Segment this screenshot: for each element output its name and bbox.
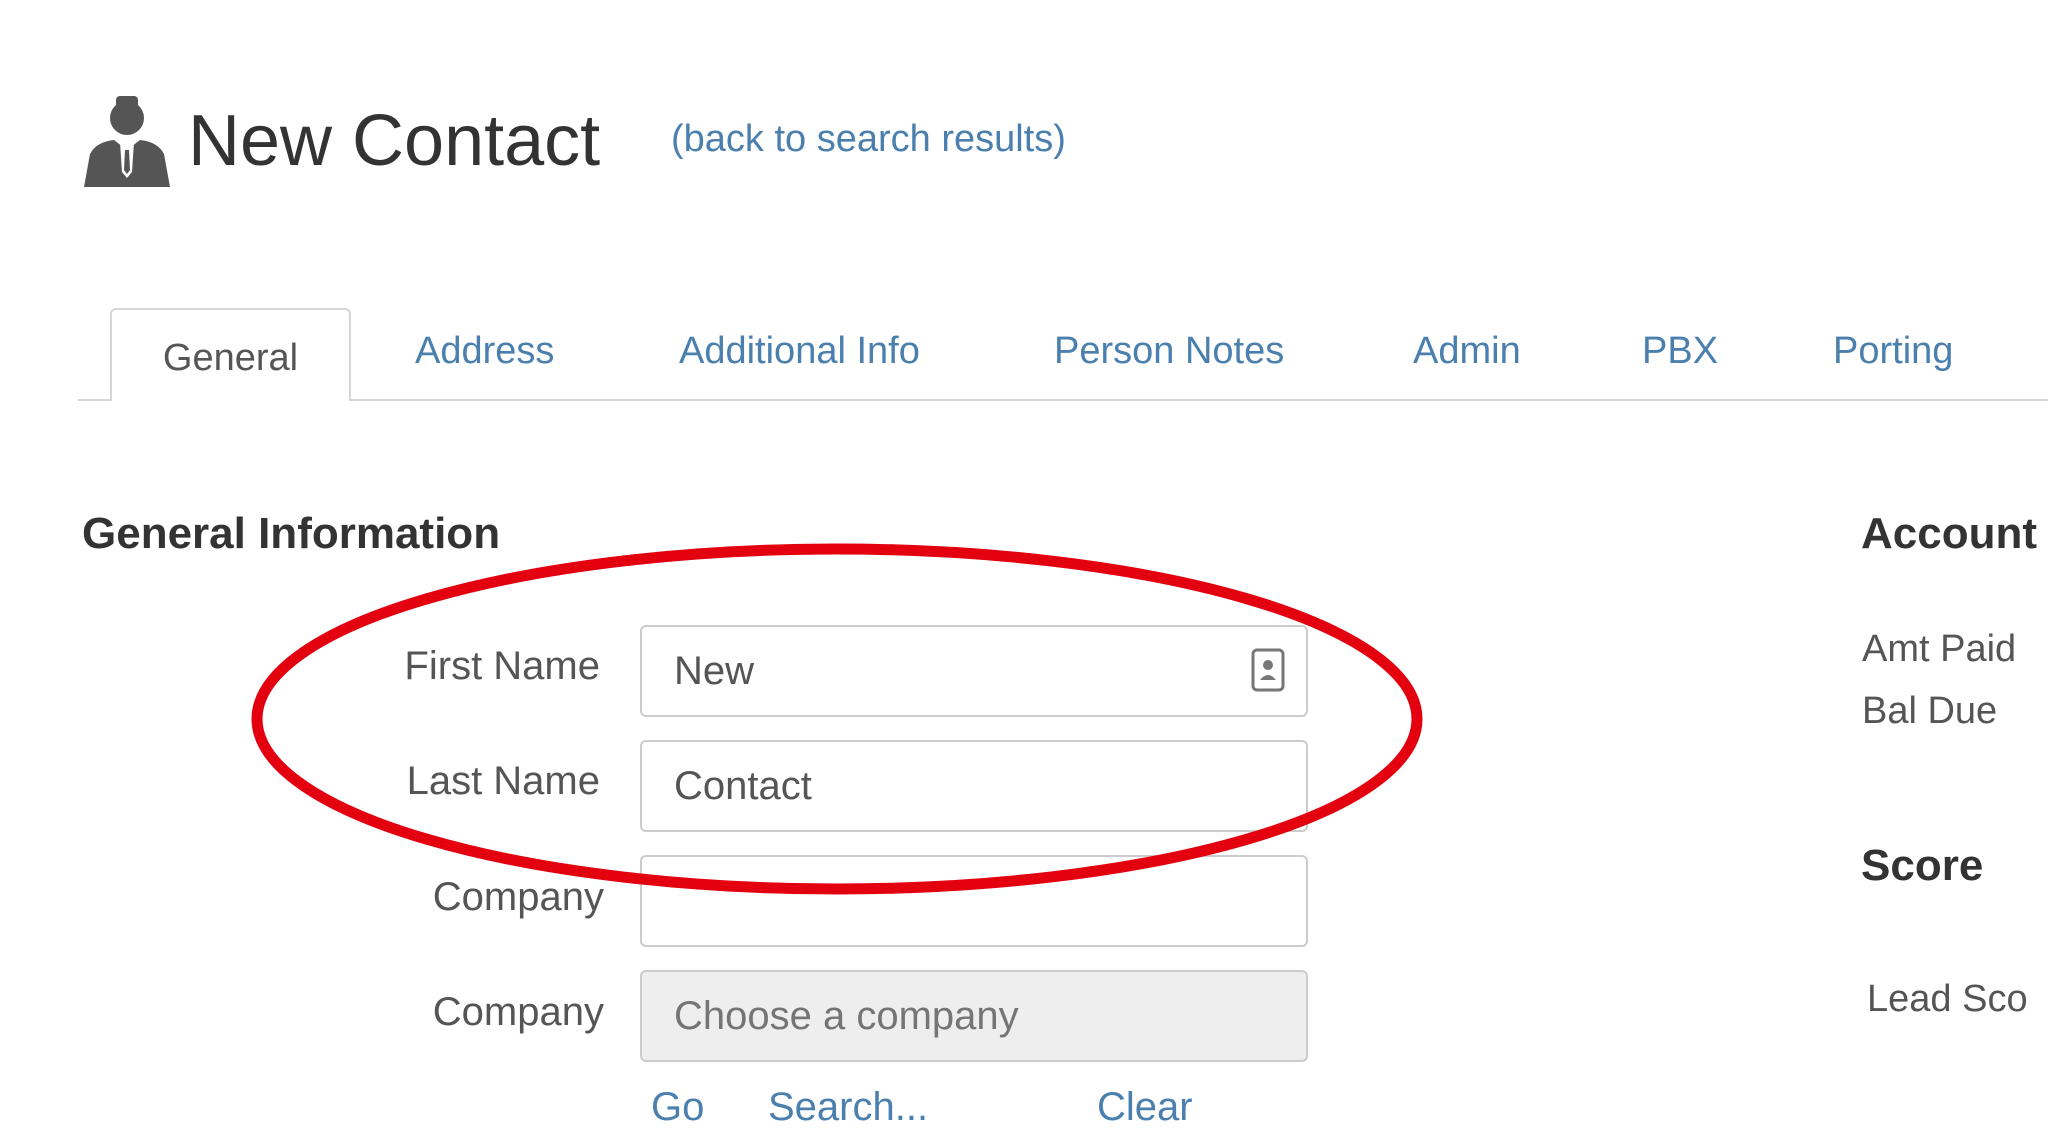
score-heading: Score — [1861, 841, 1984, 890]
tab-pbx[interactable]: PBX — [1642, 322, 1718, 380]
tab-address[interactable]: Address — [415, 322, 554, 380]
last-name-label: Last Name — [406, 759, 600, 803]
back-to-search-results-link[interactable]: (back to search results) — [671, 114, 1066, 164]
tab-person-notes[interactable]: Person Notes — [1054, 322, 1284, 380]
clear-link[interactable]: Clear — [1097, 1082, 1193, 1132]
go-link[interactable]: Go — [651, 1082, 704, 1132]
contact-person-icon — [84, 96, 170, 187]
contact-card-icon[interactable] — [1251, 648, 1285, 692]
last-name-input[interactable] — [640, 740, 1308, 832]
tab-admin[interactable]: Admin — [1413, 322, 1521, 380]
page: New Contact (back to search results) Gen… — [0, 0, 2048, 1136]
bal-due-label: Bal Due — [1862, 690, 1998, 732]
tab-porting[interactable]: Porting — [1833, 322, 1953, 380]
choose-company-field[interactable] — [640, 970, 1308, 1062]
general-information-heading: General Information — [82, 509, 501, 558]
tab-general[interactable]: General — [110, 308, 351, 401]
account-heading: Account — [1861, 509, 2037, 558]
tab-additional-info[interactable]: Additional Info — [679, 322, 920, 380]
amt-paid-label: Amt Paid — [1862, 628, 2017, 670]
first-name-input[interactable] — [640, 625, 1308, 717]
first-name-label: First Name — [404, 644, 600, 688]
company-label: Company — [432, 875, 604, 919]
lead-score-label: Lead Sco — [1867, 978, 2028, 1020]
page-title: New Contact — [188, 101, 601, 181]
tabs-divider — [78, 399, 2048, 401]
company-input[interactable] — [640, 855, 1308, 947]
search-link[interactable]: Search... — [768, 1082, 928, 1132]
company-select-label: Company — [432, 990, 604, 1034]
